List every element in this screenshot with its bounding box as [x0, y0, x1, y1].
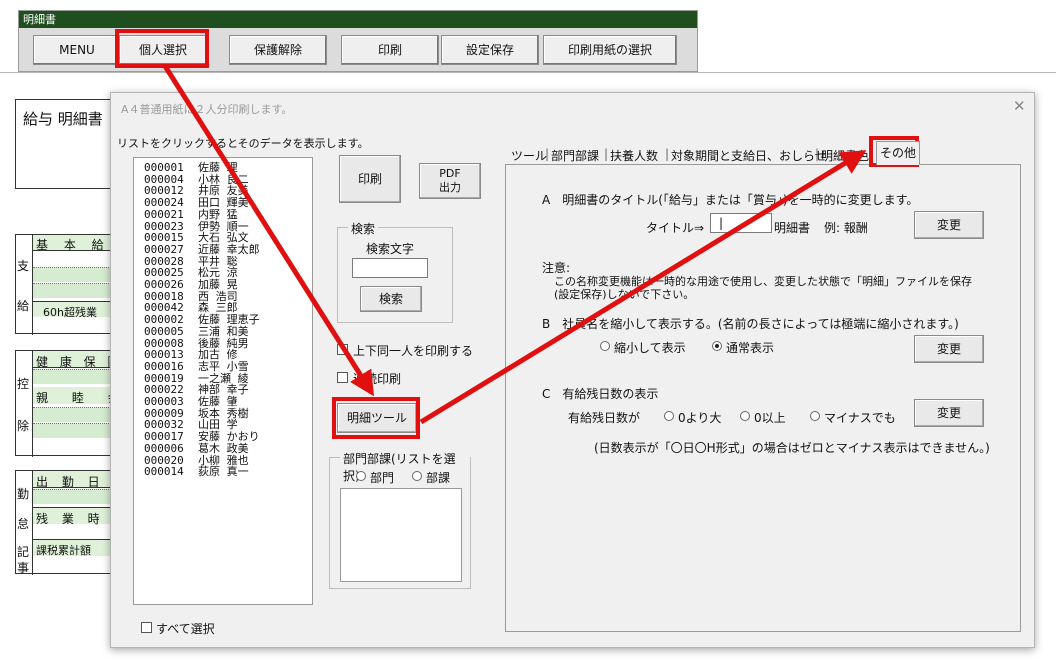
- arrow-to-other-tab: [419, 150, 867, 425]
- annotation-arrows: [162, 64, 867, 425]
- arrow-to-meisai-tool: [162, 64, 375, 397]
- tab-other[interactable]: その他: [876, 141, 920, 165]
